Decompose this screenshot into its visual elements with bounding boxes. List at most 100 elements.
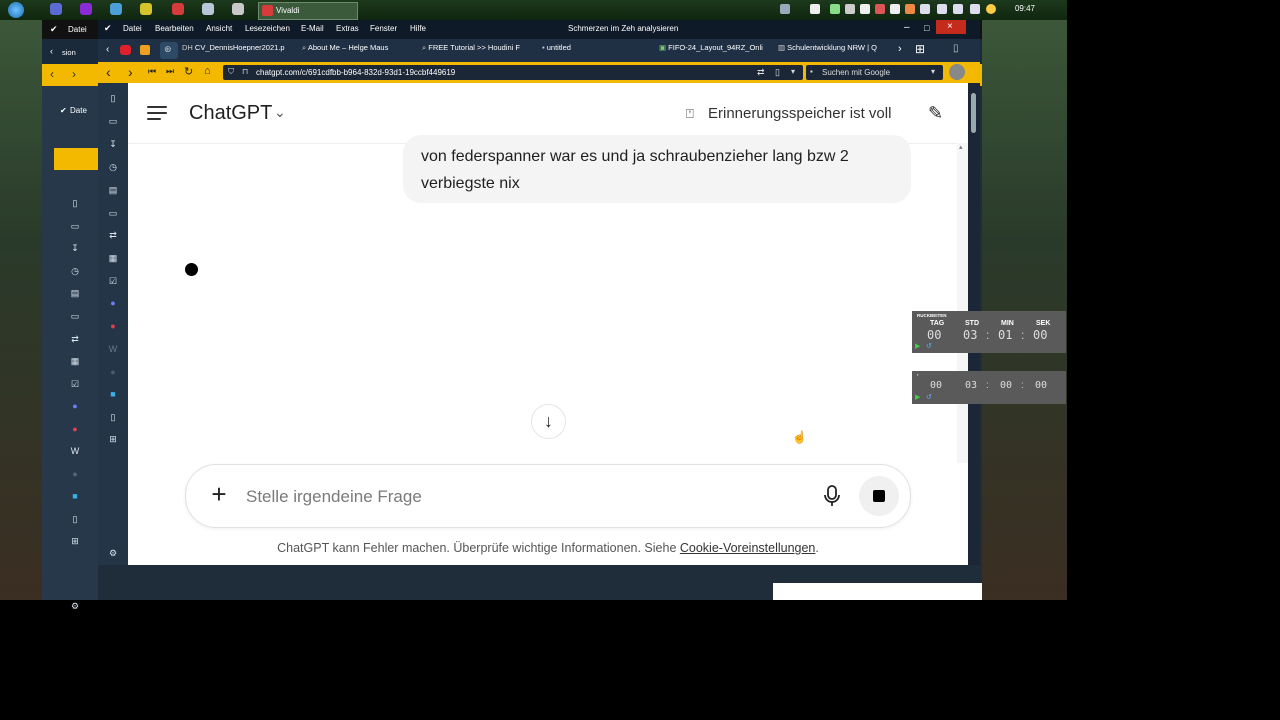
menu-datei[interactable]: Datei — [123, 24, 142, 33]
reset-icon[interactable]: ↺ — [926, 393, 932, 401]
mastodon-icon[interactable]: ● — [70, 401, 80, 411]
tray-icon[interactable] — [986, 4, 996, 14]
menu-fenster[interactable]: Fenster — [370, 24, 397, 33]
menu-ansicht[interactable]: Ansicht — [206, 24, 232, 33]
network-icon[interactable] — [937, 4, 947, 14]
document-icon[interactable]: ▯ — [70, 514, 80, 524]
maximize-icon[interactable]: □ — [924, 23, 929, 33]
taskbar-vivaldi-button[interactable]: Vivaldi — [258, 2, 358, 20]
chevron-down-icon[interactable]: ⌄ — [274, 104, 286, 121]
chevron-down-icon[interactable]: ▾ — [791, 67, 795, 76]
reload-icon[interactable]: ↻ — [184, 65, 193, 78]
new-tab-icon[interactable]: ⊞ — [915, 42, 925, 56]
mail-icon[interactable]: ▭ — [70, 311, 80, 321]
translate-icon[interactable]: ⇄ — [757, 67, 765, 78]
tray-icon[interactable] — [920, 4, 930, 14]
menu-lesezeichen[interactable]: Lesezeichen — [245, 24, 290, 33]
url-field[interactable]: ⛉ ⊓ chatgpt.com/c/691cdfbb-b964-832d-93d… — [223, 65, 803, 80]
tab-cv[interactable]: DH CV_DennisHoepner2021.p — [182, 43, 294, 58]
tab-untitled[interactable]: ▪ untitled — [542, 43, 642, 58]
notes-icon[interactable]: ▤ — [70, 288, 80, 298]
tray-icon[interactable] — [890, 4, 900, 14]
chevron-right-icon[interactable]: › — [898, 43, 902, 55]
vivaldi-social-icon[interactable]: ● — [70, 424, 80, 434]
chevron-down-icon[interactable]: ▾ — [931, 67, 935, 76]
shield-icon[interactable]: ⛉ — [228, 67, 234, 77]
translate-icon[interactable]: ⇄ — [108, 230, 118, 240]
sidebar-menu-icon[interactable] — [147, 106, 167, 120]
app-icon[interactable] — [80, 3, 92, 15]
vivaldi-icon[interactable]: ✔ — [104, 23, 112, 34]
wikipedia-icon[interactable]: W — [108, 344, 118, 354]
tray-icon[interactable] — [875, 4, 885, 14]
document-icon[interactable]: ▯ — [108, 412, 118, 422]
tab-schulentwicklung[interactable]: ▥ Schulentwicklung NRW | Q — [778, 43, 890, 58]
app-icon[interactable] — [50, 3, 62, 15]
rewind-icon[interactable]: ⏮ — [148, 66, 156, 77]
tray-icon[interactable] — [830, 4, 840, 14]
mail-icon[interactable]: ▭ — [108, 208, 118, 218]
chevron-left-icon[interactable]: ‹ — [106, 44, 109, 55]
menu-bearbeiten[interactable]: Bearbeiten — [155, 24, 194, 33]
add-panel-icon[interactable]: ⊞ — [70, 536, 80, 546]
profile-avatar[interactable] — [949, 64, 965, 80]
bookmark-icon[interactable]: ▯ — [70, 198, 80, 208]
vivaldi-social-icon[interactable]: ● — [108, 321, 118, 331]
lock-icon[interactable]: ⊓ — [242, 67, 248, 76]
minimize-icon[interactable]: – — [904, 22, 910, 33]
volume-icon[interactable] — [810, 4, 820, 14]
tab-about-me[interactable]: ⌕ About Me – Helge Maus — [302, 43, 412, 58]
download-icon[interactable]: ↧ — [108, 139, 118, 149]
translate-icon[interactable]: ⇄ — [70, 334, 80, 344]
active-tab[interactable]: ⊛ — [160, 42, 178, 59]
fast-forward-icon[interactable]: ⏭ — [166, 66, 174, 77]
play-icon[interactable]: ▶ — [915, 342, 920, 350]
search-field[interactable]: ▪ Suchen mit Google ▾ — [806, 65, 943, 80]
mastodon-icon[interactable]: ● — [108, 298, 118, 308]
tab-fifo[interactable]: ▣ FIFO-24_Layout_94RZ_Onli — [659, 43, 771, 58]
app-icon[interactable] — [110, 3, 122, 15]
chat-scrollbar[interactable]: ▴ — [957, 143, 968, 463]
microphone-icon[interactable] — [820, 483, 844, 509]
download-icon[interactable]: ↧ — [70, 243, 80, 253]
bookmark-icon[interactable]: ▯ — [108, 93, 118, 103]
tray-icon[interactable] — [845, 4, 855, 14]
tray-icon[interactable] — [953, 4, 963, 14]
history-icon[interactable]: ◷ — [70, 266, 80, 276]
tab-favicon[interactable] — [140, 45, 150, 55]
countdown-widget-secondary[interactable]: ▪ 00 03 : 00 : 00 ▶ ↺ — [912, 371, 1066, 404]
scroll-up-arrow-icon[interactable]: ▴ — [959, 143, 963, 151]
new-chat-edit-icon[interactable]: ✎ — [928, 103, 943, 124]
app-icon[interactable] — [232, 3, 244, 15]
chevron-left-icon[interactable]: ‹ — [50, 46, 53, 56]
calendar-icon[interactable]: ▦ — [70, 356, 80, 366]
web-panel-icon[interactable]: ● — [70, 469, 80, 479]
countdown-widget[interactable]: RUCKBEITEN TAG STD MIN SEK 00 03 : 01 : … — [912, 311, 1066, 353]
start-orb-icon[interactable] — [8, 2, 24, 18]
web-panel-icon[interactable]: ■ — [108, 389, 118, 399]
tray-icon[interactable] — [905, 4, 915, 14]
web-panel-icon[interactable]: ● — [108, 367, 118, 377]
add-attachment-button[interactable]: + — [204, 479, 234, 509]
wikipedia-icon[interactable]: W — [70, 446, 80, 456]
tasks-icon[interactable]: ☑ — [70, 379, 80, 389]
calendar-icon[interactable]: ▦ — [108, 253, 118, 263]
trash-icon[interactable]: ▯ — [953, 43, 959, 54]
app-icon[interactable] — [172, 3, 184, 15]
search-engine-icon[interactable]: ▪ — [810, 67, 813, 76]
back-tab-label[interactable]: sion — [62, 48, 76, 57]
notes-icon[interactable]: ▤ — [108, 185, 118, 195]
forward-icon[interactable]: › — [128, 64, 133, 80]
forward-arrow-icon[interactable]: › — [72, 67, 76, 81]
scrollbar-thumb[interactable] — [971, 93, 976, 133]
memory-icon[interactable]: ⍞ — [686, 106, 694, 122]
tab-houdini[interactable]: ⌕ FREE Tutorial >> Houdini F — [422, 43, 532, 58]
add-panel-icon[interactable]: ⊞ — [108, 434, 118, 444]
settings-gear-icon[interactable]: ⚙ — [70, 601, 80, 611]
cookie-settings-link[interactable]: Cookie-Voreinstellungen — [680, 541, 816, 555]
reading-list-icon[interactable]: ▭ — [70, 221, 80, 231]
app-icon[interactable] — [140, 3, 152, 15]
tasks-icon[interactable]: ☑ — [108, 276, 118, 286]
steam-icon[interactable] — [860, 4, 870, 14]
reading-list-icon[interactable]: ▭ — [108, 116, 118, 126]
